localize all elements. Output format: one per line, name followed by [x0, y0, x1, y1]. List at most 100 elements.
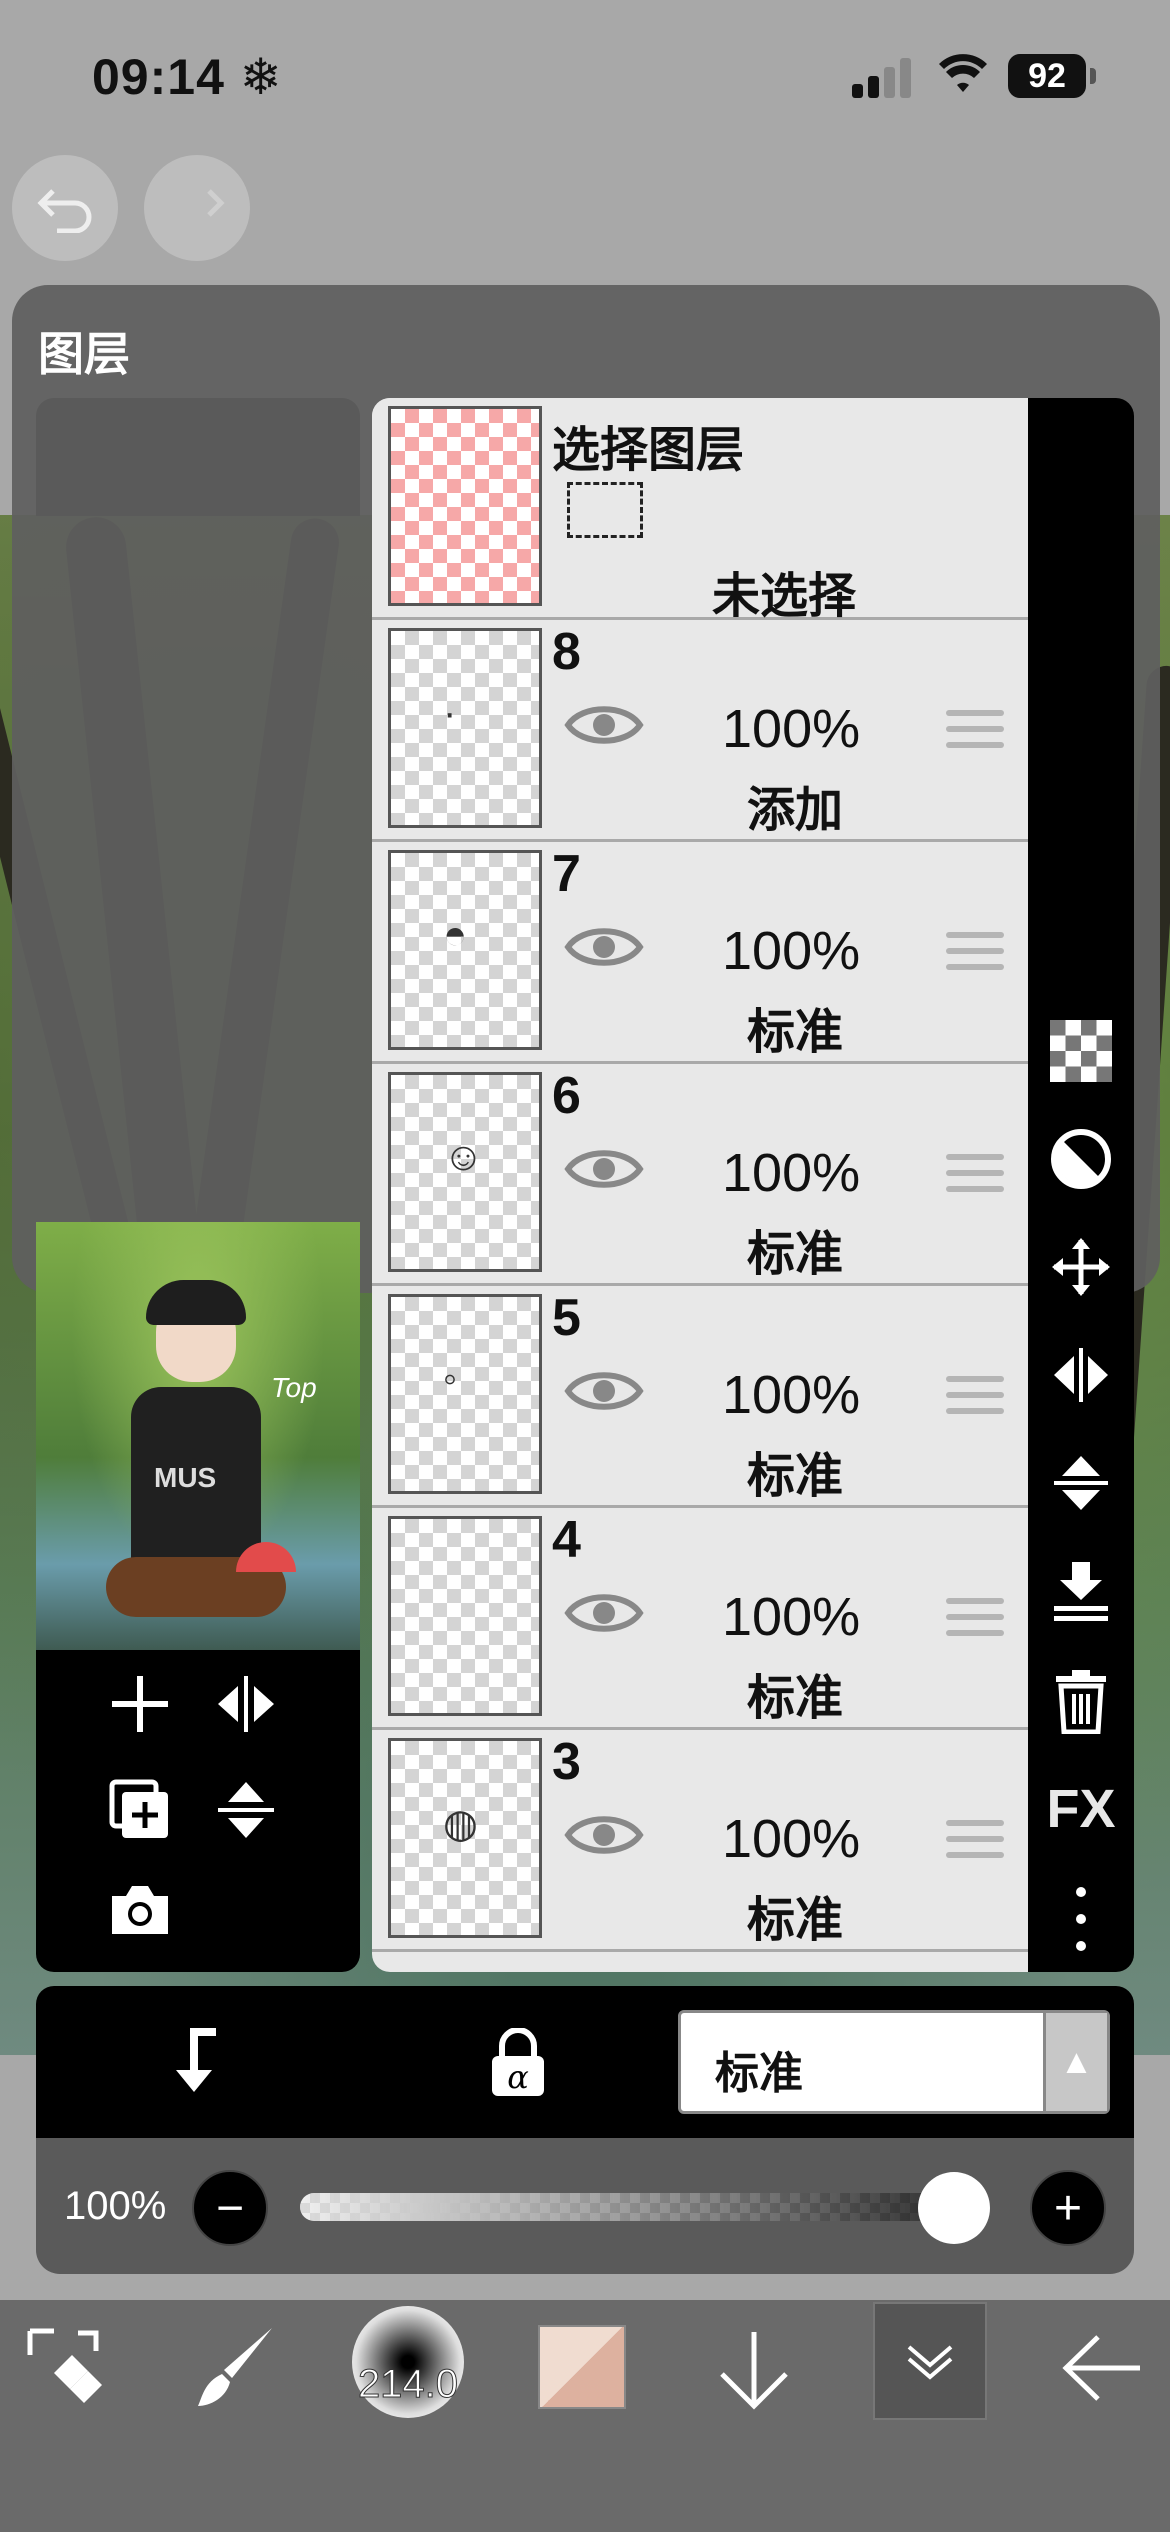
camera-button[interactable] — [108, 1882, 172, 1948]
undo-icon — [37, 189, 92, 233]
layer-number: 6 — [552, 1067, 581, 1125]
merge-down-button[interactable] — [1028, 1560, 1134, 1636]
layer-row[interactable]: 4 100% 标准 — [372, 1508, 1028, 1730]
triangle-up-icon[interactable]: ▲ — [1043, 2013, 1107, 2111]
alpha-lock-icon: α — [492, 2027, 544, 2096]
wifi-icon — [939, 54, 987, 92]
arrow-left-icon — [1062, 2335, 1140, 2401]
trash-icon — [1056, 1670, 1106, 1735]
clip-to-below-button[interactable] — [164, 2026, 226, 2101]
layer-number: 3 — [552, 1733, 581, 1791]
opacity-slider-knob[interactable] — [918, 2172, 990, 2244]
eye-icon[interactable] — [564, 1810, 644, 1860]
layer-opacity: 100% — [722, 1365, 861, 1425]
status-bar: 09:14 ❄ 92 — [0, 0, 1170, 150]
layers-menu-button[interactable] — [873, 2302, 987, 2420]
eye-icon[interactable] — [564, 1366, 644, 1416]
fx-button[interactable]: FX — [1028, 1778, 1134, 1840]
left-tool-panel — [36, 1650, 360, 1972]
clip-icon — [1051, 1129, 1111, 1189]
layer-thumbnail-art: ☺ — [443, 1135, 484, 1179]
flip-horizontal-icon — [218, 1676, 274, 1732]
selection-layer-thumbnail — [388, 406, 542, 606]
opacity-increase-button[interactable]: + — [1030, 2170, 1106, 2246]
back-button[interactable] — [1060, 2330, 1144, 2422]
selection-layer-state: 未选择 — [712, 570, 857, 623]
flip-layer-vertical-button[interactable] — [214, 1778, 278, 1852]
layer-down-button[interactable] — [716, 2328, 792, 2431]
opacity-slider-track[interactable] — [300, 2193, 990, 2221]
checker-icon — [1050, 1020, 1112, 1082]
redo-icon — [207, 189, 225, 217]
plus-icon: + — [1053, 2181, 1083, 2235]
layer-blend-mode: 标准 — [746, 1006, 843, 1059]
selection-layer-row[interactable]: 选择图层 未选择 — [372, 398, 1028, 623]
add-layer-button[interactable] — [108, 1672, 172, 1746]
layer-row[interactable]: ◓ 7 100% 标准 — [372, 842, 1028, 1064]
duplicate-icon — [109, 1779, 168, 1838]
drag-handle-icon[interactable] — [946, 1598, 1004, 1638]
drag-handle-icon[interactable] — [946, 1376, 1004, 1416]
duplicate-layer-button[interactable] — [108, 1778, 172, 1852]
layer-number: 7 — [552, 845, 581, 903]
layer-blend-mode: 标准 — [746, 1894, 843, 1947]
flip-layer-horizontal-button[interactable] — [214, 1672, 278, 1746]
drag-handle-icon[interactable] — [946, 1820, 1004, 1860]
snowflake-icon: ❄ — [239, 49, 283, 105]
move-layer-button[interactable] — [1028, 1236, 1134, 1312]
layer-list[interactable]: 选择图层 未选择 · 8 100% 添加 ◓ 7 100% 标准 ☺ 6 100… — [372, 398, 1028, 1972]
panel-title: 图层 — [38, 328, 130, 380]
blend-mode-select[interactable]: 标准 ▲ — [678, 2010, 1110, 2114]
layer-thumbnail-art: ◦ — [443, 1357, 458, 1401]
transform-tool-button[interactable] — [24, 2325, 108, 2428]
canvas-preview[interactable]: MUS Top — [36, 1222, 360, 1650]
clipping-button[interactable] — [1028, 1128, 1134, 1204]
drag-handle-icon[interactable] — [946, 932, 1004, 972]
layer-row[interactable]: ☺ 6 100% 标准 — [372, 1064, 1028, 1286]
color-swatch[interactable] — [538, 2325, 626, 2409]
preview-header — [36, 398, 360, 516]
eye-icon[interactable] — [564, 700, 644, 750]
more-options-button[interactable] — [1028, 1884, 1134, 1968]
brush-tool-button[interactable] — [192, 2322, 282, 2431]
svg-text:α: α — [507, 2058, 529, 2096]
layer-number: 4 — [552, 1511, 581, 1569]
opacity-decrease-button[interactable]: − — [192, 2170, 268, 2246]
layer-thumbnail-art: ◍ — [443, 1802, 478, 1846]
plus-icon — [112, 1676, 168, 1732]
transparency-lock-button[interactable] — [1028, 1020, 1134, 1096]
layer-blend-mode: 标准 — [746, 1228, 843, 1281]
eye-icon[interactable] — [564, 922, 644, 972]
battery-indicator: 92 — [1008, 54, 1096, 98]
layer-row[interactable]: · 8 100% 添加 — [372, 620, 1028, 842]
drag-handle-icon[interactable] — [946, 1154, 1004, 1194]
alpha-lock-button[interactable]: α — [486, 2027, 550, 2103]
undo-button[interactable] — [12, 155, 118, 261]
opacity-value: 100% — [64, 2184, 167, 2228]
flip-vertical-button[interactable] — [1028, 1452, 1134, 1528]
layer-row[interactable]: ◍ 3 100% 标准 — [372, 1730, 1028, 1952]
layer-row[interactable]: ◦ 5 100% 标准 — [372, 1286, 1028, 1508]
layer-opacity: 100% — [722, 1143, 861, 1203]
merge-down-icon — [1054, 1562, 1108, 1621]
layer-opacity: 100% — [722, 699, 861, 759]
eye-icon[interactable] — [564, 1588, 644, 1638]
layer-thumbnail-art: ◓ — [443, 913, 468, 957]
camera-icon — [112, 1886, 168, 1934]
delete-layer-button[interactable] — [1028, 1668, 1134, 1748]
layer-number: 8 — [552, 623, 581, 681]
drag-handle-icon[interactable] — [946, 710, 1004, 750]
eye-icon[interactable] — [564, 1144, 644, 1194]
layer-opacity: 100% — [722, 1587, 861, 1647]
move-icon — [1052, 1238, 1110, 1296]
flip-vertical-icon — [218, 1782, 274, 1838]
layer-blend-mode: 标准 — [746, 1672, 843, 1725]
minus-icon: − — [215, 2181, 245, 2235]
transform-eraser-icon — [27, 2328, 102, 2403]
flip-horizontal-button[interactable] — [1028, 1344, 1134, 1420]
more-vertical-icon — [1076, 1887, 1086, 1951]
character-hat — [146, 1280, 246, 1325]
redo-button[interactable] — [144, 155, 250, 261]
layer-opacity: 100% — [722, 1809, 861, 1869]
shirt-text: MUS — [154, 1462, 217, 1493]
